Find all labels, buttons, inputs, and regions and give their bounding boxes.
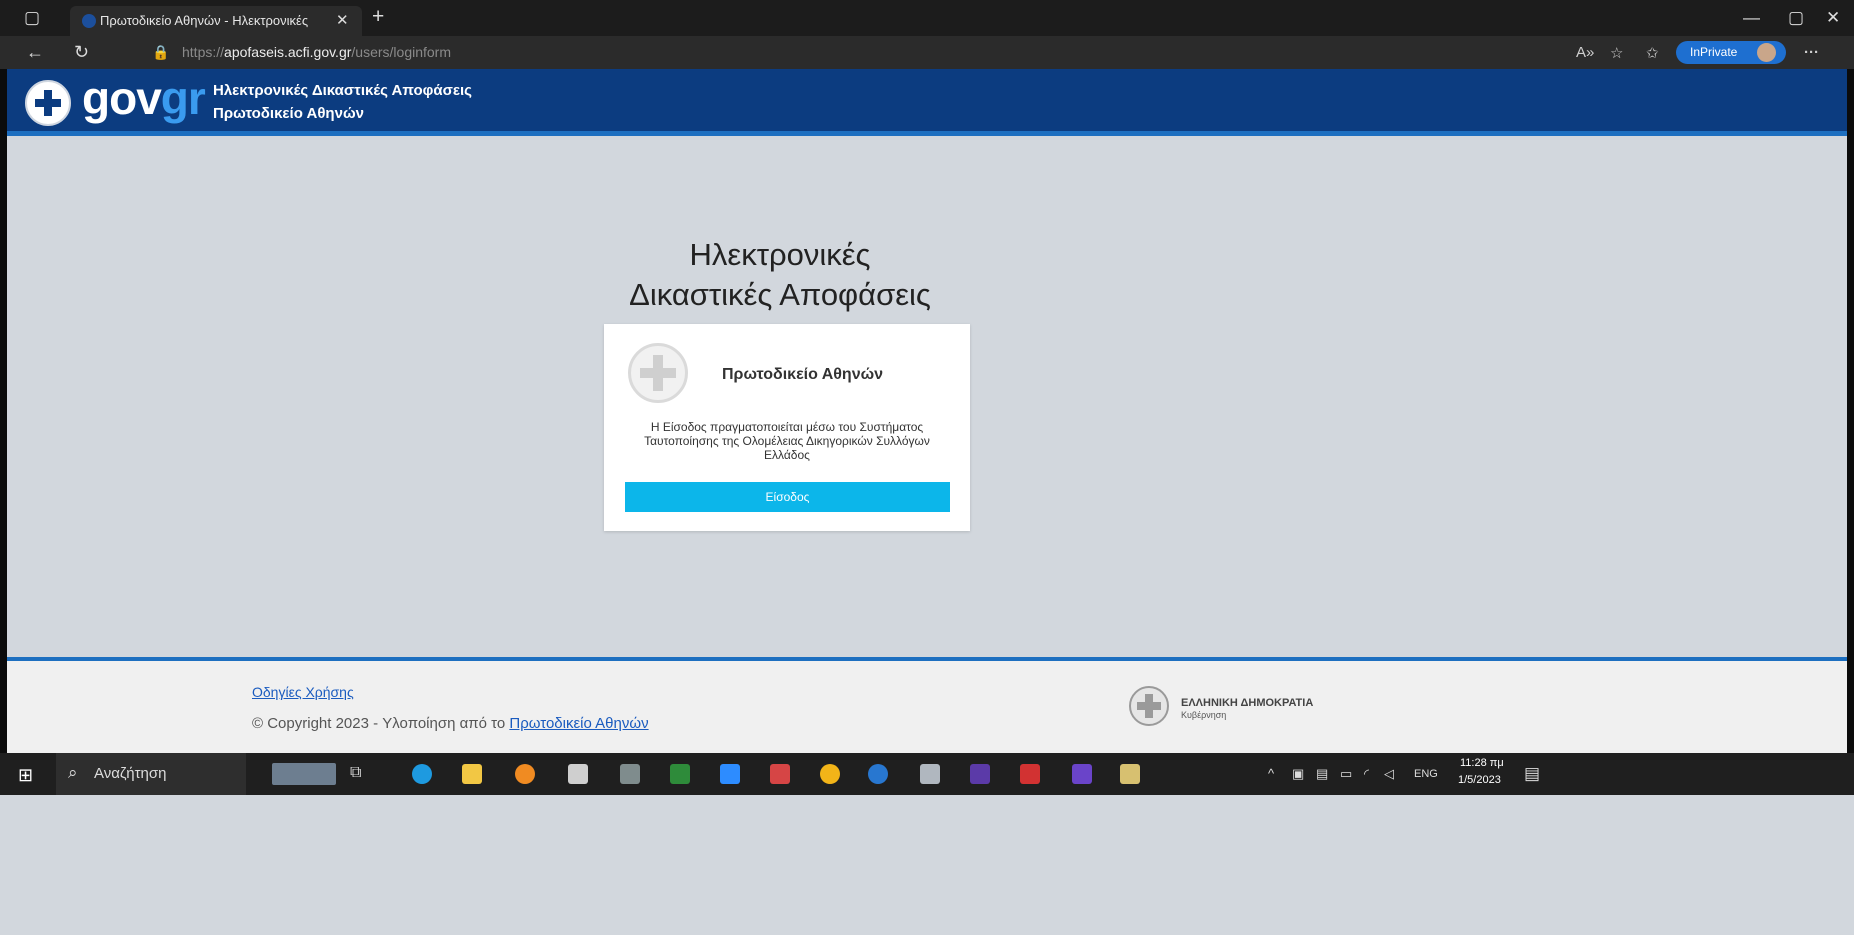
login-description: Η Είσοδος πραγματοποιείται μέσω του Συστ…: [644, 420, 930, 462]
taskbar-widget-image[interactable]: [272, 763, 336, 785]
back-icon[interactable]: ←: [26, 42, 44, 63]
page-title: Ηλεκτρονικές Δικαστικές Αποφάσεις: [629, 237, 931, 312]
spreadsheet-icon[interactable]: [670, 764, 690, 784]
tray-app-icon[interactable]: ▣: [1292, 766, 1304, 782]
header-subtitle: Πρωτοδικείο Αθηνών: [213, 105, 364, 122]
page-bottom: [0, 795, 1854, 935]
republic-emblem-icon: [1129, 686, 1169, 726]
document-icon[interactable]: [920, 764, 940, 784]
help-link[interactable]: Οδηγίες Χρήσης: [252, 684, 354, 700]
refresh-icon[interactable]: ↻: [74, 42, 89, 63]
more-icon[interactable]: ···: [1804, 44, 1819, 61]
restore-icon[interactable]: ▢: [1788, 8, 1804, 28]
acrobat-icon[interactable]: [1020, 764, 1040, 784]
file-explorer-icon[interactable]: [462, 764, 482, 784]
minimize-icon[interactable]: —: [1743, 8, 1760, 28]
windows-start-icon[interactable]: ⊞: [18, 765, 33, 786]
zoom-icon[interactable]: [720, 764, 740, 784]
browser-tab[interactable]: Πρωτοδικείο Αθηνών - Ηλεκτρονικές ✕: [70, 6, 362, 36]
read-aloud-icon[interactable]: A»: [1576, 44, 1594, 61]
vpn-icon[interactable]: [970, 764, 990, 784]
calculator-icon[interactable]: [620, 764, 640, 784]
browser-tab-bar: ▢ Πρωτοδικείο Αθηνών - Ηλεκτρονικές ✕ + …: [0, 0, 1854, 36]
windows-taskbar: ⊞ ⌕ Αναζήτηση ⧉ ^ ▣ ▤ ▭ ◜ ◁ ENG 11:28 πμ…: [0, 753, 1854, 795]
avatar: [1757, 43, 1776, 62]
new-tab-icon[interactable]: +: [372, 5, 384, 29]
copyright-text: © Copyright 2023 - Υλοποίηση από το Πρωτ…: [252, 715, 649, 732]
tray-expand-icon[interactable]: ^: [1268, 766, 1274, 781]
volume-icon[interactable]: ◁: [1384, 766, 1394, 782]
search-icon: ⌕: [68, 763, 78, 782]
close-window-icon[interactable]: ✕: [1826, 8, 1840, 28]
battery-icon[interactable]: ▭: [1340, 766, 1352, 782]
notification-icon[interactable]: ▤: [1524, 764, 1540, 784]
login-button[interactable]: Είσοδος: [625, 482, 950, 512]
incognito-icon[interactable]: [1072, 764, 1092, 784]
close-tab-icon[interactable]: ✕: [336, 11, 349, 29]
url-field[interactable]: https://apofaseis.acfi.gov.gr/users/logi…: [182, 44, 451, 60]
clock-date[interactable]: 1/5/2023: [1458, 774, 1501, 786]
task-view-icon[interactable]: ⧉: [350, 764, 370, 784]
favorites-icon[interactable]: ✩: [1646, 44, 1659, 62]
archive-icon[interactable]: [1120, 764, 1140, 784]
site-header: govgr Ηλεκτρονικές Δικαστικές Αποφάσεις …: [7, 69, 1847, 136]
court-name: Πρωτοδικείο Αθηνών: [722, 366, 884, 383]
firefox-icon[interactable]: [515, 764, 535, 784]
inprivate-badge[interactable]: InPrivate: [1676, 41, 1786, 64]
govgr-logo[interactable]: govgr: [82, 71, 206, 125]
republic-label: ΕΛΛΗΝΙΚΗ ΔΗΜΟΚΡΑΤΙΑ: [1181, 697, 1314, 709]
app-icon[interactable]: [568, 764, 588, 784]
government-label: Κυβέρνηση: [1181, 710, 1227, 720]
add-favorite-icon[interactable]: ☆: [1610, 44, 1623, 62]
header-title: Ηλεκτρονικές Δικαστικές Αποφάσεις: [213, 82, 472, 99]
language-indicator[interactable]: ENG: [1414, 768, 1438, 780]
browser-address-bar: ← ↻ 🔒 https://apofaseis.acfi.gov.gr/user…: [0, 36, 1854, 69]
court-link[interactable]: Πρωτοδικείο Αθηνών: [509, 715, 648, 732]
greek-emblem-icon: [25, 80, 71, 126]
tab-title: Πρωτοδικείο Αθηνών - Ηλεκτρονικές: [100, 13, 309, 28]
chrome-icon[interactable]: [820, 764, 840, 784]
taskbar-search[interactable]: ⌕ Αναζήτηση: [56, 753, 246, 795]
firefox-dev-icon[interactable]: [868, 764, 888, 784]
wifi-icon[interactable]: ◜: [1364, 766, 1369, 782]
tab-actions-icon[interactable]: ▢: [24, 8, 40, 28]
tray-device-icon[interactable]: ▤: [1316, 766, 1328, 782]
court-emblem-icon: [628, 343, 688, 403]
lock-icon[interactable]: 🔒: [152, 44, 169, 61]
edge-icon[interactable]: [412, 764, 432, 784]
anydesk-icon[interactable]: [770, 764, 790, 784]
site-footer: Οδηγίες Χρήσης © Copyright 2023 - Υλοποί…: [7, 657, 1847, 757]
login-card: Πρωτοδικείο Αθηνών Η Είσοδος πραγματοποι…: [604, 324, 970, 531]
site-favicon-icon: [82, 14, 96, 28]
clock-time[interactable]: 11:28 πμ: [1460, 757, 1504, 769]
